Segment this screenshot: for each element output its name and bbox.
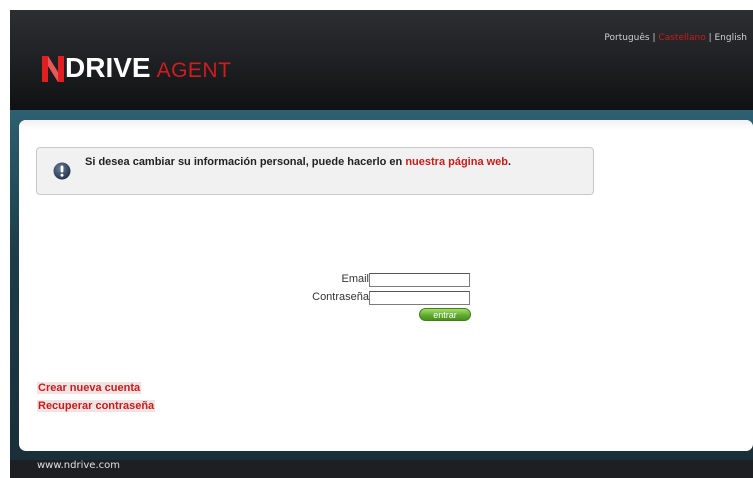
ndrive-n-logo-icon <box>42 56 64 82</box>
app-frame: Português | Castellano | English DRIVE A… <box>10 10 753 478</box>
email-label: Email <box>341 273 369 285</box>
recover-password-link[interactable]: Recuperar contraseña <box>37 400 156 412</box>
info-notice: Si desea cambiar su información personal… <box>36 147 594 195</box>
lang-separator: | <box>708 33 712 43</box>
notice-text: Si desea cambiar su información personal… <box>85 156 406 168</box>
lang-castellano[interactable]: Castellano <box>658 33 705 43</box>
create-account-link[interactable]: Crear nueva cuenta <box>37 382 142 394</box>
language-selector: Português | Castellano | English <box>604 33 747 43</box>
lang-separator: | <box>652 33 656 43</box>
email-input[interactable] <box>369 273 470 287</box>
lang-english[interactable]: English <box>715 33 748 43</box>
footer-url[interactable]: www.ndrive.com <box>37 460 120 471</box>
website-link[interactable]: nuestra página web <box>405 156 508 168</box>
logo-suffix: AGENT <box>156 59 232 82</box>
ndrive-agent-logo[interactable]: DRIVE AGENT <box>42 48 231 82</box>
panel-top-gradient <box>19 120 753 130</box>
password-input[interactable] <box>369 291 470 305</box>
logo-brand: DRIVE <box>65 52 151 83</box>
header: Português | Castellano | English DRIVE A… <box>10 10 753 110</box>
account-links: Crear nueva cuenta Recuperar contraseña <box>37 382 156 418</box>
password-label: Contraseña <box>312 291 369 303</box>
lang-portugues[interactable]: Português <box>604 33 649 43</box>
exclamation-icon <box>53 162 71 180</box>
main-panel: Si desea cambiar su información personal… <box>19 120 753 451</box>
notice-message: Si desea cambiar su información personal… <box>85 156 511 168</box>
enter-button[interactable]: entrar <box>419 308 471 321</box>
notice-end: . <box>508 156 512 168</box>
